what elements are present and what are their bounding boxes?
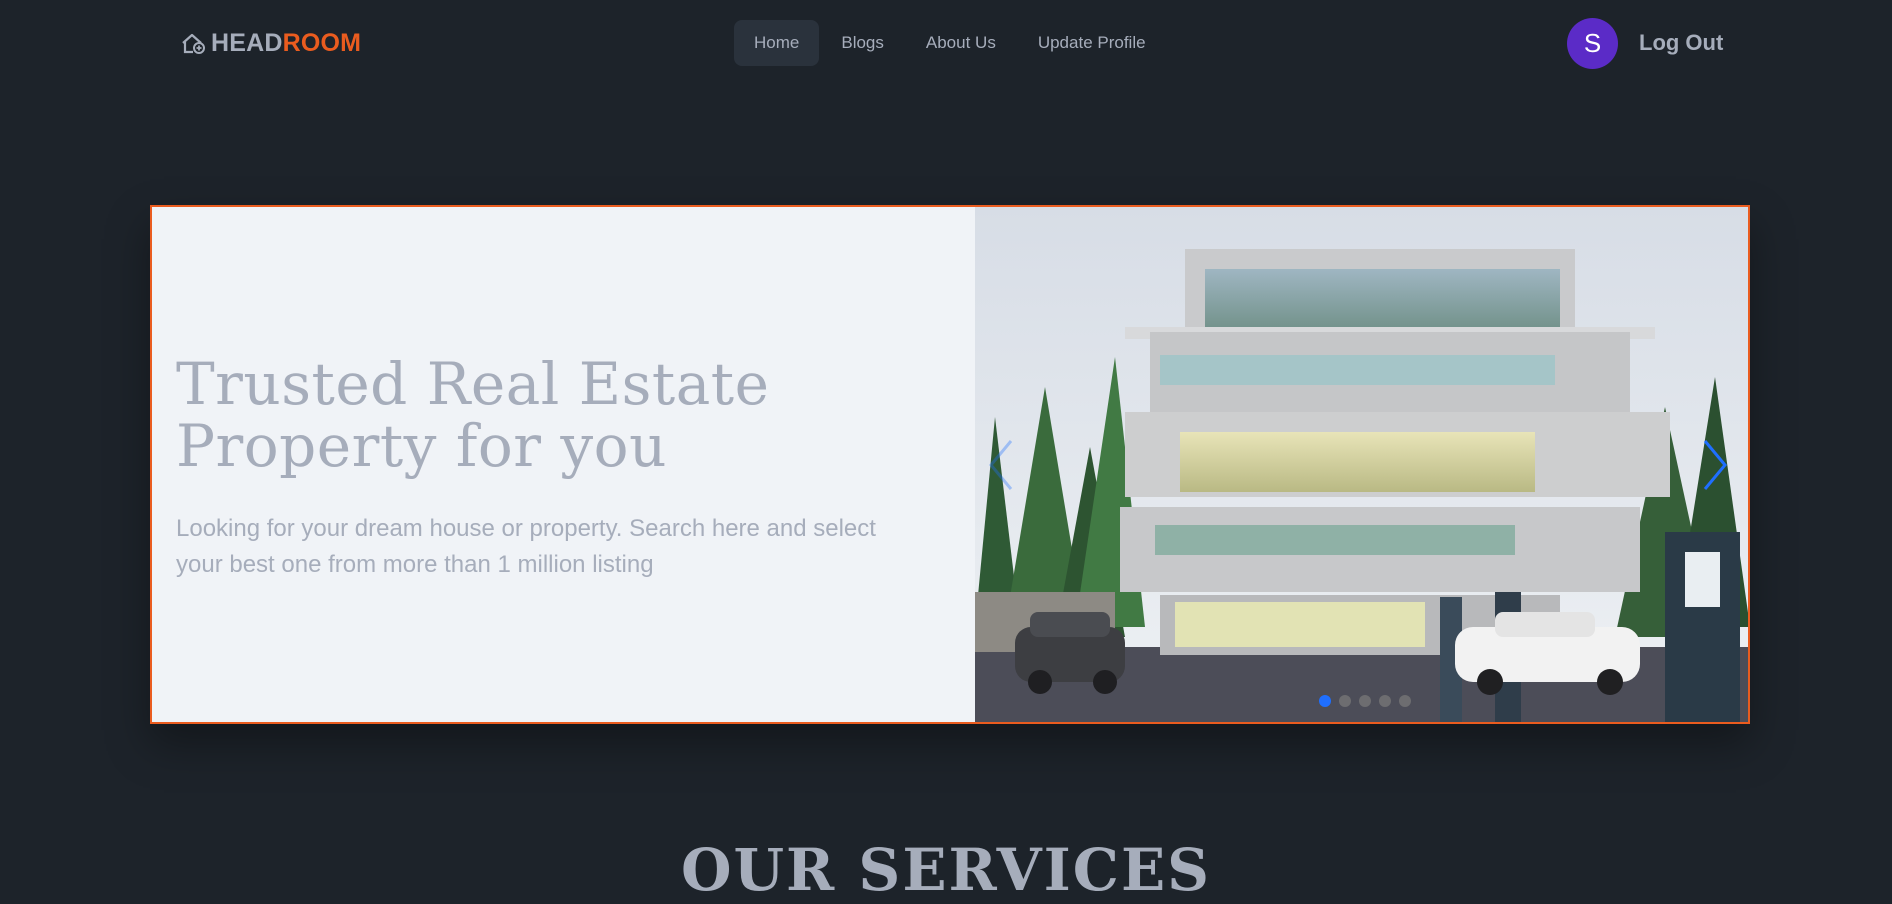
carousel-pagination	[1319, 695, 1411, 707]
carousel-dot-5[interactable]	[1399, 695, 1411, 707]
brand-logo[interactable]: HEAD ROOM	[181, 26, 361, 60]
nav-home[interactable]: Home	[734, 20, 820, 66]
user-avatar[interactable]: S	[1567, 18, 1618, 69]
carousel-dot-4[interactable]	[1379, 695, 1391, 707]
brand-name-part1: HEAD	[211, 28, 283, 57]
hero-title-line1: Trusted Real Estate	[176, 350, 770, 418]
nav-update-profile[interactable]: Update Profile	[1018, 20, 1166, 66]
services-heading: OUR SERVICES	[680, 836, 1212, 904]
hero-title: Trusted Real Estate Property for you	[176, 353, 956, 477]
hero-banner: Trusted Real Estate Property for you Loo…	[150, 205, 1750, 724]
property-image	[975, 207, 1748, 722]
main-nav: Home Blogs About Us Update Profile	[734, 20, 1166, 66]
brand-name-part2: ROOM	[282, 28, 362, 57]
nav-about-us[interactable]: About Us	[906, 20, 1016, 66]
carousel-dot-1[interactable]	[1319, 695, 1331, 707]
hero-text-block: Trusted Real Estate Property for you Loo…	[176, 353, 956, 583]
hero-subtitle: Looking for your dream house or property…	[176, 515, 876, 578]
house-icon	[181, 32, 207, 54]
carousel-prev-button[interactable]	[983, 435, 1019, 495]
property-carousel[interactable]	[975, 207, 1748, 722]
hero-title-line2: Property for you	[176, 412, 667, 480]
nav-blogs[interactable]: Blogs	[821, 20, 904, 66]
logout-button[interactable]: Log Out	[1639, 24, 1723, 62]
carousel-dot-2[interactable]	[1339, 695, 1351, 707]
chevron-left-icon	[989, 440, 1013, 490]
chevron-right-icon	[1703, 440, 1727, 490]
carousel-next-button[interactable]	[1697, 435, 1733, 495]
carousel-dot-3[interactable]	[1359, 695, 1371, 707]
navbar: HEAD ROOM Home Blogs About Us Update Prof…	[0, 0, 1892, 86]
